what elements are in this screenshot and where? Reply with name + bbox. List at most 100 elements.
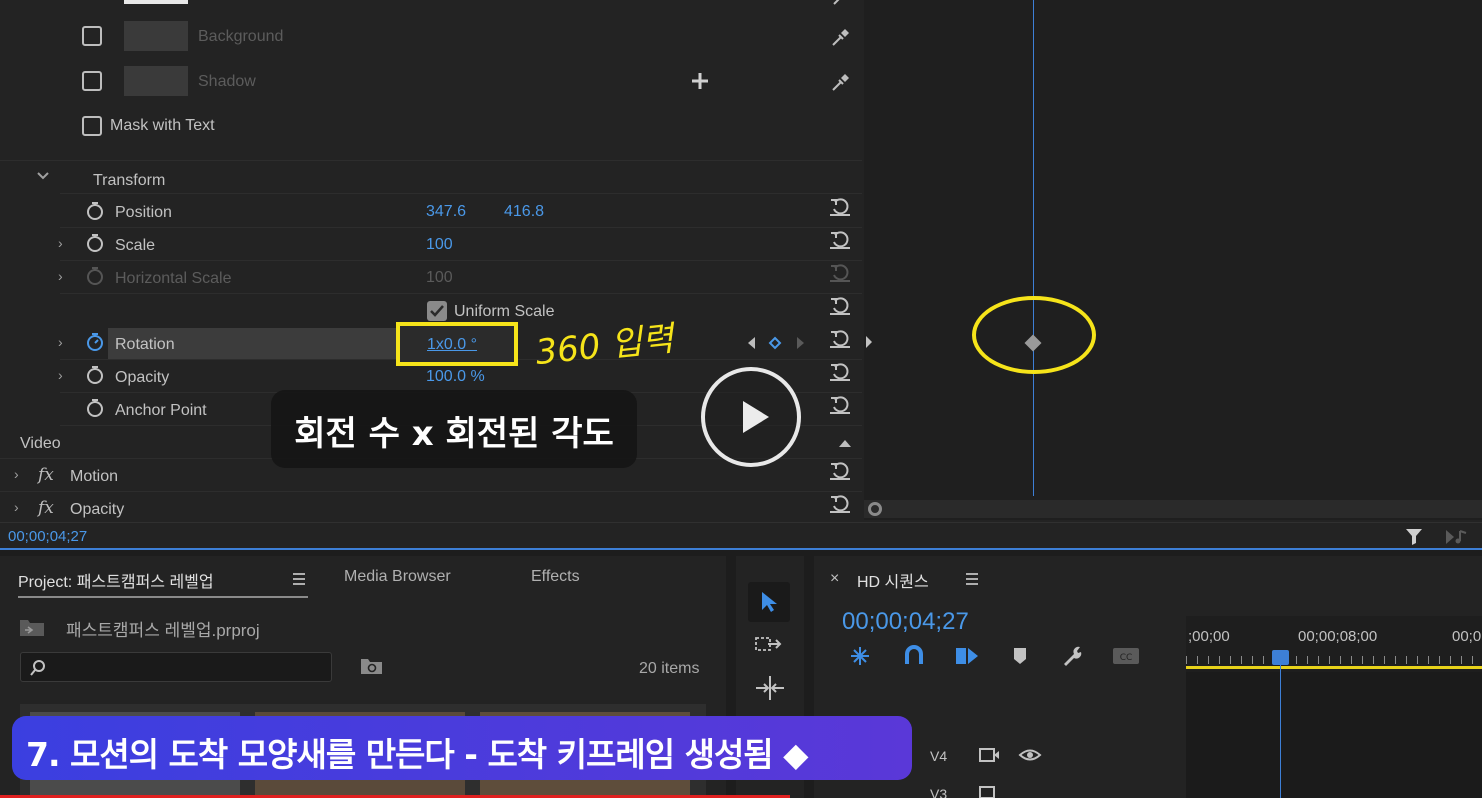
eyedropper-icon[interactable] xyxy=(830,26,852,48)
reset-icon[interactable] xyxy=(829,296,851,316)
play-icon xyxy=(743,401,769,433)
time-ruler[interactable]: ;00;00 00;00;08;00 00;0 xyxy=(1186,616,1482,672)
eye-visibility-icon[interactable] xyxy=(1018,746,1042,764)
add-icon[interactable] xyxy=(690,71,710,91)
play-button[interactable] xyxy=(701,367,801,467)
panel-menu-icon[interactable] xyxy=(965,572,979,586)
sequence-tab-title[interactable]: HD 시퀀스 xyxy=(857,568,929,592)
track-select-tool-icon[interactable] xyxy=(754,634,786,662)
svg-text:CC: CC xyxy=(1120,653,1133,663)
chevron-right-icon[interactable]: › xyxy=(58,368,68,382)
add-marker-icon[interactable] xyxy=(1012,646,1028,666)
eyedropper-icon[interactable] xyxy=(830,0,852,8)
stopwatch-icon[interactable] xyxy=(85,201,105,221)
video-label: Video xyxy=(20,435,61,452)
stopwatch-icon[interactable] xyxy=(85,233,105,253)
reset-icon[interactable] xyxy=(829,329,851,349)
checkmark-icon xyxy=(430,305,444,317)
effect-controls-panel: Background Shadow Mask with Text Transfo… xyxy=(0,0,1482,550)
mask-with-text-label: Mask with Text xyxy=(110,117,215,134)
linked-selection-icon[interactable] xyxy=(954,644,980,668)
chevron-right-icon[interactable]: › xyxy=(14,467,24,481)
work-area-bar[interactable] xyxy=(1186,666,1482,669)
chevron-down-icon[interactable] xyxy=(36,171,50,181)
transform-section-row[interactable]: Transform xyxy=(0,160,862,194)
horizontal-scale-row: › Horizontal Scale 100 xyxy=(0,261,862,294)
opacity-label: Opacity xyxy=(115,369,170,386)
position-y-value[interactable]: 416.8 xyxy=(504,203,544,221)
playhead-line[interactable] xyxy=(1033,0,1034,496)
sequence-timecode[interactable]: 00;00;04;27 xyxy=(842,608,969,636)
play-audio-icon[interactable] xyxy=(1444,527,1468,547)
panel-focus-divider xyxy=(0,548,1482,550)
close-tab-icon[interactable]: × xyxy=(830,570,839,588)
background-label: Background xyxy=(198,28,284,45)
position-row[interactable]: Position 347.6 416.8 xyxy=(0,195,862,228)
scale-row[interactable]: › Scale 100 xyxy=(0,228,862,261)
opacity-fx-label: Opacity xyxy=(70,501,125,518)
chevron-right-icon[interactable]: › xyxy=(14,500,24,514)
shadow-label: Shadow xyxy=(198,73,256,90)
video-caption: 회전 수 x 회전된 각도 xyxy=(271,390,637,468)
uniform-scale-checkbox[interactable] xyxy=(427,301,447,321)
reset-icon[interactable] xyxy=(829,230,851,250)
track-label-v4[interactable]: V4 xyxy=(930,748,947,764)
find-in-bin-icon[interactable] xyxy=(360,656,384,676)
track-area[interactable] xyxy=(1186,672,1482,798)
stopwatch-active-icon[interactable] xyxy=(85,332,105,352)
captions-icon[interactable]: CC xyxy=(1112,646,1140,666)
tutorial-banner: 7. 모션의 도착 모양새를 만든다 - 도착 키프레임 생성됨 ◆ xyxy=(12,716,912,780)
ruler-label: ;00;00 xyxy=(1188,628,1230,645)
opacity-effect-row[interactable]: › fx Opacity xyxy=(0,492,862,520)
scale-label: Scale xyxy=(115,237,156,254)
wrench-settings-icon[interactable] xyxy=(1060,644,1084,668)
scroll-handle[interactable] xyxy=(868,502,882,516)
chevron-right-icon[interactable]: › xyxy=(58,269,68,283)
items-count: 20 items xyxy=(639,660,700,677)
chevron-right-icon[interactable]: › xyxy=(58,236,68,250)
position-x-value[interactable]: 347.6 xyxy=(426,203,466,221)
tab-media-browser[interactable]: Media Browser xyxy=(344,568,451,586)
ripple-edit-tool-icon[interactable] xyxy=(754,674,786,702)
fx-icon[interactable]: fx xyxy=(38,465,54,485)
nest-sequence-icon[interactable] xyxy=(848,644,872,668)
effect-controls-timeline[interactable] xyxy=(864,0,1482,520)
scale-value[interactable]: 100 xyxy=(426,236,453,254)
background-checkbox[interactable] xyxy=(82,26,102,46)
background-color-swatch[interactable] xyxy=(124,21,188,51)
caption-text: 회전 수 x 회전된 각도 xyxy=(294,414,614,454)
rotation-value[interactable]: 1x0.0 ° xyxy=(427,336,477,354)
fx-icon[interactable]: fx xyxy=(38,498,54,518)
tab-effects[interactable]: Effects xyxy=(531,568,580,586)
shadow-color-swatch[interactable] xyxy=(124,66,188,96)
sequence-playhead-handle[interactable] xyxy=(1272,650,1289,665)
sync-lock-icon[interactable] xyxy=(978,784,1000,798)
collapse-up-icon[interactable] xyxy=(838,438,852,448)
reset-icon[interactable] xyxy=(829,395,851,415)
opacity-value[interactable]: 100.0 % xyxy=(426,368,485,386)
shadow-checkbox[interactable] xyxy=(82,71,102,91)
reset-icon[interactable] xyxy=(829,362,851,382)
reset-icon[interactable] xyxy=(829,494,851,514)
fill-color-swatch[interactable] xyxy=(124,0,188,4)
stopwatch-icon[interactable] xyxy=(85,365,105,385)
keyframe-navigator[interactable] xyxy=(745,335,805,351)
arrow-cursor-icon xyxy=(762,592,777,612)
sync-lock-icon[interactable] xyxy=(978,746,1000,764)
track-label-v3[interactable]: V3 xyxy=(930,786,947,798)
snap-magnet-icon[interactable] xyxy=(902,644,926,668)
sequence-playhead-line[interactable] xyxy=(1280,652,1281,798)
reset-icon[interactable] xyxy=(829,461,851,481)
stopwatch-icon[interactable] xyxy=(85,398,105,418)
project-search-input[interactable] xyxy=(20,652,332,682)
ec-timecode[interactable]: 00;00;04;27 xyxy=(8,528,87,545)
panel-menu-icon[interactable] xyxy=(292,572,306,586)
filter-icon[interactable] xyxy=(1404,527,1426,547)
ec-horizontal-scrollbar[interactable] xyxy=(864,500,1482,518)
eyedropper-icon[interactable] xyxy=(830,71,852,93)
tab-project[interactable]: Project: 패스트캠퍼스 레벨업 xyxy=(18,568,214,592)
selection-tool[interactable] xyxy=(748,582,790,622)
reset-icon[interactable] xyxy=(829,197,851,217)
mask-with-text-checkbox[interactable] xyxy=(82,116,102,136)
chevron-right-icon[interactable]: › xyxy=(58,335,68,349)
